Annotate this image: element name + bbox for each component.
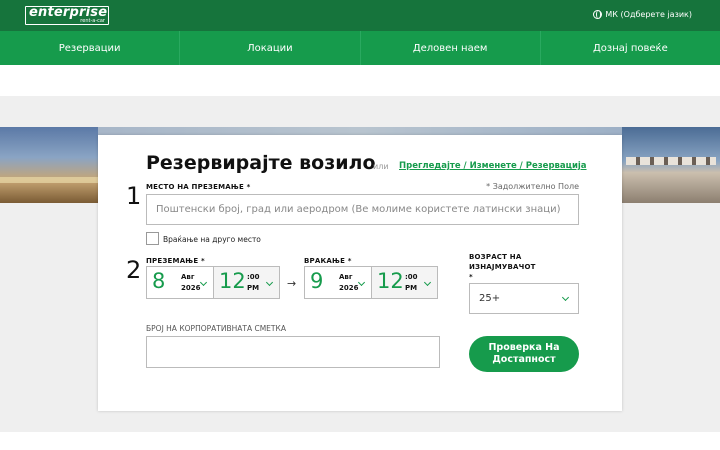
- chevron-down-icon: [423, 278, 432, 287]
- return-year: 2026: [339, 284, 359, 292]
- return-day: 9: [310, 269, 324, 293]
- page-title: Резервирајте возило: [146, 152, 376, 174]
- return-different-label: Враќање на друго место: [163, 235, 261, 244]
- chevron-down-icon: [357, 278, 366, 287]
- return-month: Авг: [339, 273, 353, 281]
- arrow-right-icon: →: [287, 277, 297, 290]
- nav-item-reservations[interactable]: Резервации: [0, 31, 181, 65]
- view-modify-reservation-link[interactable]: Прегледајте / Изменете / Резервација: [399, 161, 587, 171]
- corporate-account-input[interactable]: [146, 336, 440, 368]
- return-datetime: 9 Авг 2026 12 :00 PM: [304, 266, 438, 299]
- hero-image-center: [98, 127, 622, 135]
- chevron-down-icon: [265, 278, 274, 287]
- pickup-date-picker[interactable]: 8 Авг 2026: [147, 267, 213, 298]
- globe-icon: [593, 10, 603, 19]
- pickup-month: Авг: [181, 273, 195, 281]
- step-number-2: 2: [126, 256, 142, 284]
- top-bar: enterprise rent-a-car МК (Одберете јазик…: [0, 0, 720, 31]
- language-label: МК (Одберете јазик): [605, 10, 692, 19]
- or-text: или: [373, 162, 389, 171]
- renter-age-label-required: *: [469, 273, 473, 281]
- pickup-location-input[interactable]: Поштенски број, град или аеродром (Ве мо…: [146, 194, 579, 225]
- hero-image-left: [0, 127, 98, 203]
- location-placeholder: Поштенски број, град или аеродром (Ве мо…: [156, 204, 561, 215]
- return-ampm: PM: [405, 284, 418, 292]
- enterprise-logo[interactable]: enterprise rent-a-car: [25, 5, 109, 25]
- renter-age-value: 25+: [479, 293, 501, 304]
- pickup-ampm: PM: [247, 284, 260, 292]
- pickup-year: 2026: [181, 284, 201, 292]
- renter-age-select[interactable]: 25+: [469, 283, 579, 314]
- step-number-1: 1: [126, 182, 142, 210]
- return-time-picker[interactable]: 12 :00 PM: [371, 267, 437, 298]
- pickup-time-picker[interactable]: 12 :00 PM: [213, 267, 279, 298]
- booking-widget: Резервирајте возило или Прегледајте / Из…: [98, 135, 622, 411]
- chevron-down-icon: [561, 293, 570, 302]
- pickup-datetime: 8 Авг 2026 12 :00 PM: [146, 266, 280, 299]
- check-availability-button[interactable]: Проверка На Достапност: [469, 336, 579, 372]
- return-different-checkbox[interactable]: [146, 232, 159, 245]
- nav-item-learn-more[interactable]: Дознај повеќе: [541, 31, 720, 65]
- hero-image-right: [622, 127, 720, 203]
- pickup-hour: 12: [219, 269, 246, 293]
- return-date-label: ВРАКАЊЕ *: [304, 257, 352, 265]
- nav-item-locations[interactable]: Локации: [180, 31, 361, 65]
- return-minute: :00: [405, 273, 418, 281]
- nav-item-business-rental[interactable]: Деловен наем: [361, 31, 541, 65]
- pickup-location-label: МЕСТО НА ПРЕЗЕМАЊЕ *: [146, 183, 251, 191]
- required-field-note: * Задолжително Поле: [486, 182, 579, 191]
- return-date-picker[interactable]: 9 Авг 2026: [305, 267, 371, 298]
- main-nav: Резервации Локации Деловен наем Дознај п…: [0, 31, 720, 65]
- renter-age-label-line1: ВОЗРАСТ НА: [469, 253, 522, 261]
- pickup-minute: :00: [247, 273, 260, 281]
- renter-age-label-line2: ИЗНАЈМУВАЧОТ: [469, 263, 536, 271]
- corporate-account-label: БРОЈ НА КОРПОРАТИВНАТА СМЕТКА: [146, 324, 286, 333]
- pickup-day: 8: [152, 269, 166, 293]
- pickup-date-label: ПРЕЗЕМАЊЕ *: [146, 257, 205, 265]
- return-hour: 12: [377, 269, 404, 293]
- chevron-down-icon: [199, 278, 208, 287]
- language-selector[interactable]: МК (Одберете јазик): [593, 10, 692, 19]
- logo-subtitle: rent-a-car: [80, 18, 105, 24]
